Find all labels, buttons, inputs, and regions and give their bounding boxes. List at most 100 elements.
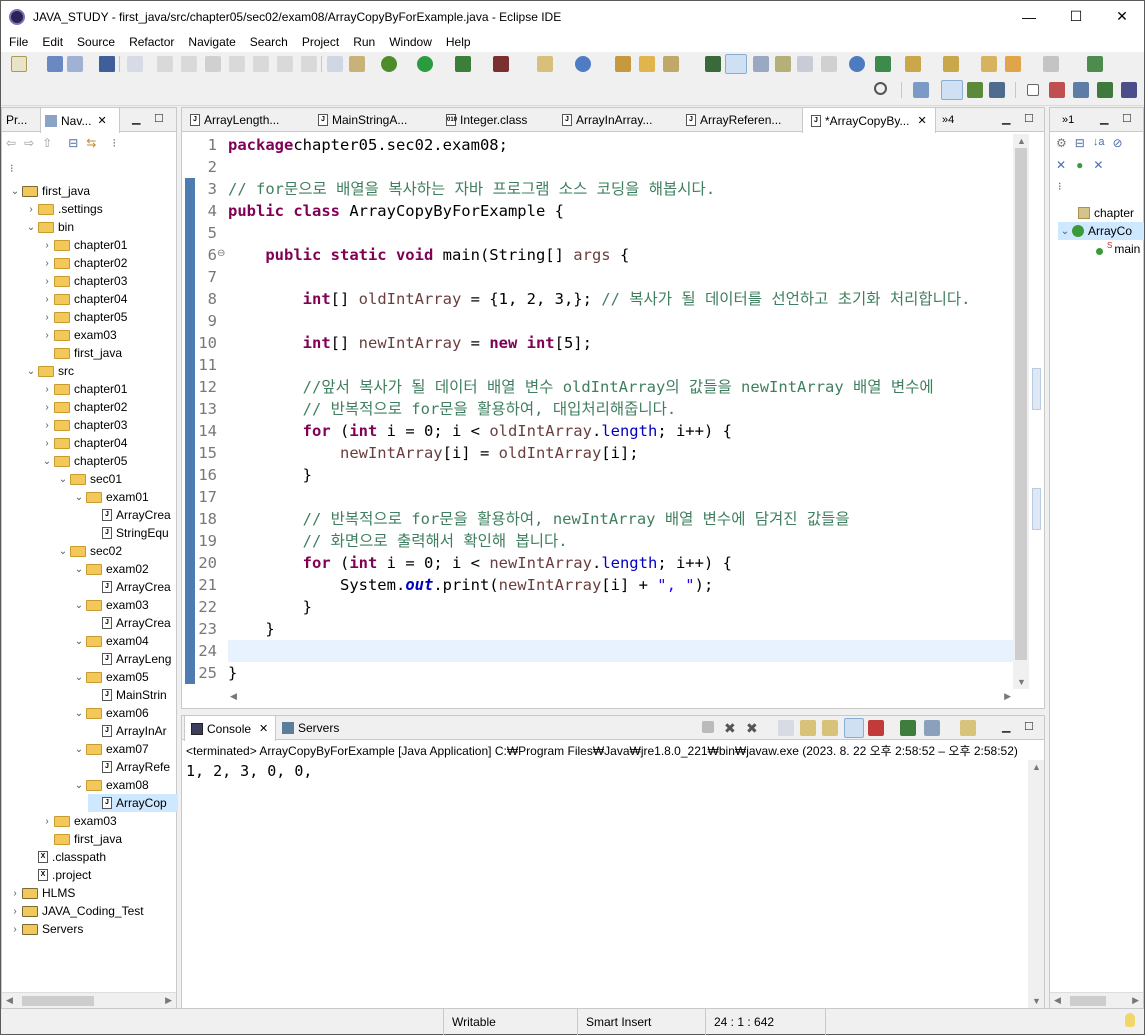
outline-overflow-tab[interactable]: »1 — [1062, 108, 1082, 132]
menu-project[interactable]: Project — [294, 35, 345, 49]
outline-item-class[interactable]: ⌄ ArrayCo — [1058, 222, 1144, 240]
maximize-button[interactable]: ☐ — [1053, 1, 1099, 32]
toggle-mark-occurrences-icon[interactable] — [725, 54, 747, 74]
tree-item[interactable]: J MainStrin — [88, 686, 167, 704]
code-line[interactable]: packagechapter05.sec02.exam08; — [228, 134, 508, 156]
chevron-down-icon[interactable]: ⌄ — [56, 474, 70, 485]
new-icon[interactable] — [11, 56, 27, 72]
tree-item[interactable]: J ArrayInAr — [88, 722, 167, 740]
close-tab-icon[interactable]: ✕ — [917, 114, 926, 127]
chevron-down-icon[interactable]: ⌄ — [56, 546, 70, 557]
chevron-right-icon[interactable]: › — [40, 276, 54, 287]
view-menu-dots-icon[interactable]: ⁝ — [1058, 180, 1062, 193]
search-tool-icon[interactable] — [663, 56, 679, 72]
tree-item[interactable]: › .settings — [24, 200, 102, 218]
code-line[interactable]: } — [228, 464, 312, 486]
forward-nav-icon[interactable]: ⇨ — [24, 136, 34, 150]
up-nav-icon[interactable]: ⇧ — [42, 136, 52, 150]
chevron-down-icon[interactable]: ⌄ — [72, 636, 86, 647]
hide-local-types-icon[interactable]: ✕ — [1093, 158, 1103, 172]
maximize-view-icon[interactable]: ☐ — [1024, 112, 1034, 125]
last-edit-location-icon[interactable] — [981, 56, 997, 72]
word-wrap-icon[interactable] — [797, 56, 813, 72]
editor-vertical-scrollbar[interactable]: ▲ ▼ — [1013, 134, 1029, 689]
chevron-right-icon[interactable]: › — [40, 312, 54, 323]
console-output[interactable]: 1, 2, 3, 0, 0, — [186, 762, 321, 780]
chevron-right-icon[interactable]: › — [40, 240, 54, 251]
web-browser-icon[interactable] — [849, 56, 865, 72]
next-annotation-icon[interactable] — [905, 56, 921, 72]
tab-integer-class[interactable]: 010 Integer.class — [446, 108, 550, 132]
tree-item[interactable]: ⌄ sec02 — [56, 542, 122, 560]
tab-arraylength[interactable]: J ArrayLength... — [190, 108, 302, 132]
show-whitespace-icon[interactable] — [775, 56, 791, 72]
chevron-right-icon[interactable]: › — [40, 330, 54, 341]
task-list-icon[interactable] — [327, 56, 343, 72]
console-vertical-scrollbar[interactable]: ▲ ▼ — [1028, 760, 1044, 1008]
tree-item[interactable]: ⌄ src — [24, 362, 74, 380]
outline-horizontal-scrollbar[interactable]: ◀ ▶ — [1050, 992, 1143, 1008]
code-line[interactable]: newIntArray[i] = oldIntArray[i]; — [228, 442, 639, 464]
save-icon[interactable] — [47, 56, 63, 72]
back-nav-icon[interactable]: ⇦ — [6, 136, 16, 150]
tree-item[interactable]: J ArrayRefe — [88, 758, 170, 776]
chevron-down-icon[interactable]: ⌄ — [72, 600, 86, 611]
code-line[interactable]: int[] oldIntArray = {1, 2, 3,}; // 복사가 될… — [228, 288, 971, 310]
chevron-right-icon[interactable]: › — [40, 816, 54, 827]
terminate-icon[interactable] — [205, 56, 221, 72]
chevron-right-icon[interactable]: › — [40, 294, 54, 305]
chevron-right-icon[interactable]: › — [8, 888, 22, 899]
menu-window[interactable]: Window — [381, 35, 438, 49]
tree-item[interactable]: ⌄ exam05 — [72, 668, 149, 686]
run-icon[interactable] — [417, 56, 433, 72]
code-line[interactable]: } — [228, 596, 312, 618]
tree-item[interactable]: ⌄ sec01 — [56, 470, 122, 488]
tree-item[interactable]: ⌄ chapter05 — [40, 452, 128, 470]
tree-item[interactable]: › chapter04 — [40, 290, 127, 308]
open-console-icon[interactable] — [900, 720, 916, 736]
chevron-down-icon[interactable]: ⌄ — [72, 780, 86, 791]
view-menu-dots-icon[interactable]: ⁝ — [10, 162, 14, 175]
new-java-project-icon[interactable] — [537, 56, 553, 72]
menu-refactor[interactable]: Refactor — [121, 35, 180, 49]
tree-item[interactable]: J ArrayCop — [88, 794, 178, 812]
forward-icon[interactable] — [1043, 56, 1059, 72]
close-tab-icon[interactable]: ✕ — [97, 114, 106, 127]
menu-source[interactable]: Source — [69, 35, 121, 49]
tree-item[interactable]: › chapter05 — [40, 308, 127, 326]
tree-item[interactable]: first_java — [40, 830, 122, 848]
minimize-view-icon[interactable]: ▁ — [1002, 112, 1010, 125]
code-line[interactable]: System.out.print(newIntArray[i] + ", "); — [228, 574, 713, 596]
chevron-right-icon[interactable]: › — [40, 420, 54, 431]
tree-item[interactable]: first_java — [40, 344, 122, 362]
pilcrow-icon[interactable] — [821, 56, 837, 72]
tree-item[interactable]: ⌄ exam02 — [72, 560, 149, 578]
chevron-right-icon[interactable]: › — [40, 402, 54, 413]
menu-edit[interactable]: Edit — [34, 35, 69, 49]
tree-item[interactable]: › chapter02 — [40, 398, 127, 416]
tab-arrayinarray[interactable]: J ArrayInArray... — [562, 108, 674, 132]
remove-launch-icon[interactable]: ✖ — [724, 720, 740, 736]
tree-item[interactable]: › chapter04 — [40, 434, 127, 452]
code-line[interactable]: // 반복적으로 for문을 활용하여, newIntArray 배열 변수에 … — [228, 508, 850, 530]
maximize-view-icon[interactable]: ☐ — [154, 112, 164, 125]
tab-arrayreference[interactable]: J ArrayReferen... — [686, 108, 798, 132]
hide-static-icon[interactable]: ✕ — [1056, 158, 1066, 172]
chevron-down-icon[interactable]: ⌄ — [40, 456, 54, 467]
menu-help[interactable]: Help — [438, 35, 477, 49]
code-line[interactable]: for (int i = 0; i < newIntArray.length; … — [228, 552, 732, 574]
chevron-down-icon[interactable]: ⌄ — [72, 492, 86, 503]
tree-item[interactable]: › exam03 — [40, 326, 116, 344]
terminate-console-icon[interactable] — [702, 721, 714, 733]
maximize-view-icon[interactable]: ☐ — [1122, 112, 1132, 125]
step-over-icon[interactable] — [277, 56, 293, 72]
tree-item[interactable]: › chapter03 — [40, 272, 127, 290]
chevron-right-icon[interactable]: › — [40, 438, 54, 449]
tree-item[interactable]: ⌄ exam01 — [72, 488, 149, 506]
suspend-icon[interactable] — [181, 56, 197, 72]
chevron-right-icon[interactable]: › — [24, 204, 38, 215]
code-line[interactable]: public static void main(String[] args { — [228, 244, 629, 266]
tree-item[interactable]: ⌄ exam03 — [72, 596, 149, 614]
tree-item[interactable]: › exam03 — [40, 812, 116, 830]
tree-item[interactable]: › Servers — [8, 920, 83, 938]
